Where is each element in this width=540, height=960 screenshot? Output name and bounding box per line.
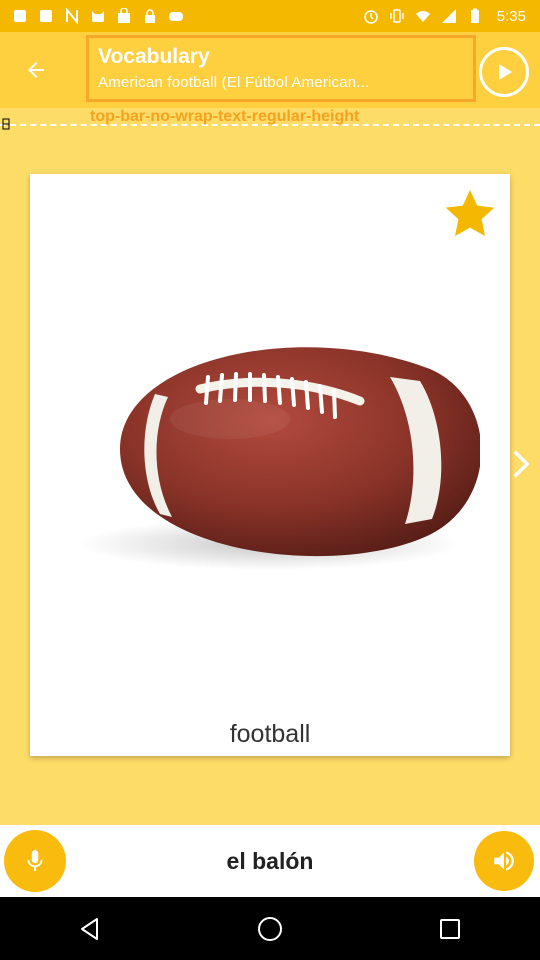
nav-back-button[interactable] — [60, 899, 120, 959]
american-football-image — [60, 319, 482, 579]
status-left-icons — [12, 8, 184, 24]
speaker-icon — [494, 851, 514, 871]
page-subtitle: American football (El Fútbol American... — [98, 74, 370, 91]
navigation-bar — [0, 897, 540, 960]
vibrate-icon — [389, 8, 405, 24]
signal-icon — [441, 8, 457, 24]
notification-icon — [12, 8, 28, 24]
translation-text: el balón — [226, 848, 314, 874]
page-title: Vocabulary — [98, 45, 210, 68]
title-box[interactable]: Vocabulary American football (El Fútbol … — [86, 35, 476, 102]
card-word: football — [229, 720, 311, 748]
square-recents-icon — [440, 918, 460, 939]
chevron-right-icon — [513, 450, 530, 478]
game-controller-icon — [168, 8, 184, 24]
wifi-icon — [415, 8, 431, 24]
app-bar: Vocabulary American football (El Fútbol … — [0, 32, 540, 108]
debug-marker-icon — [2, 118, 10, 130]
circle-home-icon — [258, 916, 282, 941]
speaker-button[interactable] — [474, 831, 534, 891]
debug-label: top-bar-no-wrap-text-regular-height — [90, 108, 360, 125]
debug-strip: top-bar-no-wrap-text-regular-height — [0, 108, 540, 130]
vocabulary-card[interactable]: football — [30, 174, 510, 756]
translation-bar: el balón — [0, 825, 540, 897]
nfc-icon — [64, 8, 80, 24]
lock-icon — [142, 8, 158, 24]
status-bar: 5:35 — [0, 0, 540, 32]
status-time: 5:35 — [496, 7, 526, 25]
next-button[interactable] — [506, 444, 536, 484]
arrow-back-icon — [28, 62, 44, 78]
notification-icon — [38, 8, 54, 24]
battery-icon — [467, 8, 483, 24]
star-icon[interactable] — [442, 186, 498, 242]
play-button[interactable] — [479, 47, 529, 97]
alarm-icon — [363, 8, 379, 24]
status-right-icons: 5:35 — [363, 8, 526, 25]
back-button[interactable] — [14, 48, 58, 92]
microphone-icon — [27, 850, 43, 871]
play-icon — [499, 64, 512, 80]
microphone-button[interactable] — [4, 830, 66, 892]
triangle-back-icon — [81, 917, 98, 940]
nav-recents-button[interactable] — [420, 899, 480, 959]
cat-icon — [90, 8, 106, 24]
shopping-bag-icon — [116, 8, 132, 24]
nav-home-button[interactable] — [240, 899, 300, 959]
